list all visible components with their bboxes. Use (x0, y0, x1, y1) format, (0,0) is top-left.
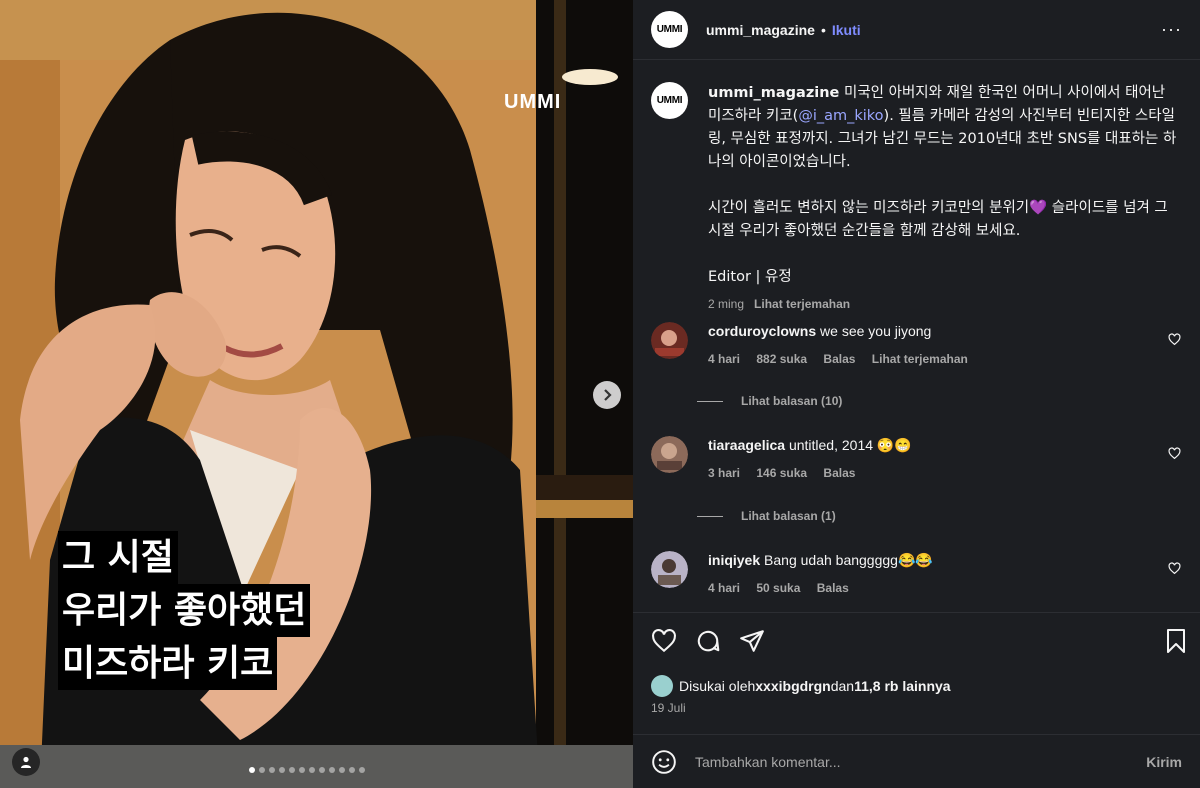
comment-time: 4 hari (708, 352, 741, 366)
comment-likes[interactable]: 882 suka (756, 352, 807, 366)
caption-editor: Editor | 유정 (708, 269, 792, 285)
overlay-line-1: 그 시절 (58, 531, 178, 584)
comment-reply-button[interactable]: Balas (823, 466, 855, 480)
comment-text: untitled, 2014 😳😁 (788, 437, 912, 453)
view-replies-link[interactable]: Lihat balasan (1) (697, 509, 836, 523)
comment-input[interactable] (695, 753, 1147, 770)
carousel-dot (359, 767, 365, 773)
like-heart-icon[interactable] (651, 628, 677, 654)
post-media[interactable]: UMMI 그 시절 우리가 좋아했던 미즈하라 키코 (0, 0, 633, 788)
carousel-dots (249, 767, 365, 773)
comment-time: 3 hari (708, 466, 741, 480)
comment-likes[interactable]: 146 suka (756, 466, 807, 480)
carousel-dot (299, 767, 305, 773)
post-date: 19 Juli (651, 701, 686, 715)
heart-icon[interactable] (1168, 562, 1181, 575)
send-comment-button[interactable]: Kirim (1146, 754, 1182, 770)
comment-item: iniqiyek Bang udah banggggg😂😂 4 hari 50 … (651, 551, 1181, 595)
author-avatar[interactable]: UMMI (651, 11, 688, 48)
comment-text: we see you jiyong (820, 323, 932, 339)
post-header: UMMI ummi_magazine • Ikuti ··· (633, 0, 1200, 60)
heart-icon[interactable] (1168, 447, 1181, 460)
likes-prefix: Disukai oleh (679, 678, 756, 694)
comment-composer: Kirim (633, 734, 1200, 788)
likes-middle: dan (830, 678, 855, 694)
carousel-dot (349, 767, 355, 773)
carousel-dot (259, 767, 265, 773)
carousel-dot (329, 767, 335, 773)
chevron-right-icon (604, 389, 612, 401)
tagged-users-button[interactable] (12, 748, 40, 776)
caption-translate-link[interactable]: Lihat terjemahan (754, 297, 850, 311)
caption-meta: 2 ming Lihat terjemahan (708, 297, 1181, 311)
caption-username[interactable]: ummi_magazine (708, 85, 839, 101)
overlay-line-2: 우리가 좋아했던 (58, 584, 311, 637)
carousel-dot (269, 767, 275, 773)
header-separator: • (820, 21, 826, 38)
likes-summary: Disukai oleh xxxibgdrgn dan 11,8 rb lain… (651, 675, 951, 697)
comment-time: 4 hari (708, 581, 741, 595)
author-username[interactable]: ummi_magazine (706, 22, 815, 38)
caption-paragraph-2: 시간이 흘러도 변하지 않는 미즈하라 키코만의 분위기💜 슬라이드를 넘겨 그… (708, 200, 1168, 239)
post-caption: UMMI ummi_magazine 미국인 아버지와 재일 한국인 어머니 사… (651, 82, 1181, 311)
liker-avatar[interactable] (651, 675, 673, 697)
comment-username[interactable]: corduroyclowns (708, 323, 816, 339)
user-icon (21, 756, 31, 768)
liker-username[interactable]: xxxibgdrgn (755, 678, 830, 694)
carousel-dot (309, 767, 315, 773)
view-replies-link[interactable]: Lihat balasan (10) (697, 394, 842, 408)
caption-author-avatar[interactable]: UMMI (651, 82, 688, 119)
next-slide-button[interactable] (593, 381, 621, 409)
comment-likes[interactable]: 50 suka (756, 581, 800, 595)
likes-others-link[interactable]: 11,8 rb lainnya (854, 678, 951, 694)
comment-reply-button[interactable]: Balas (823, 352, 855, 366)
overlay-line-3: 미즈하라 키코 (58, 637, 278, 690)
carousel-dot (279, 767, 285, 773)
emoji-icon[interactable] (651, 749, 677, 775)
commenter-avatar[interactable] (651, 436, 688, 473)
comment-translate-link[interactable]: Lihat terjemahan (872, 352, 968, 366)
caption-paragraph-1: ummi_magazine 미국인 아버지와 재일 한국인 어머니 사이에서 태… (708, 82, 1181, 174)
post-actions-section: Disukai oleh xxxibgdrgn dan 11,8 rb lain… (633, 612, 1200, 734)
action-bar (651, 628, 765, 654)
bookmark-icon[interactable] (1164, 628, 1188, 654)
follow-button[interactable]: Ikuti (832, 22, 861, 38)
image-text-overlay: 그 시절 우리가 좋아했던 미즈하라 키코 (58, 531, 311, 690)
comment-text: Bang udah banggggg😂😂 (764, 552, 933, 568)
mention-link[interactable]: @i_am_kiko (798, 108, 883, 124)
more-options-button[interactable]: ··· (1161, 19, 1182, 40)
caption-time: 2 ming (708, 297, 745, 311)
heart-icon[interactable] (1168, 333, 1181, 346)
caption-text-block: ummi_magazine 미국인 아버지와 재일 한국인 어머니 사이에서 태… (708, 82, 1181, 311)
carousel-dot (289, 767, 295, 773)
watermark-logo: UMMI (504, 91, 562, 113)
commenter-avatar[interactable] (651, 322, 688, 359)
carousel-dot (319, 767, 325, 773)
carousel-dot (249, 767, 255, 773)
share-send-icon[interactable] (739, 628, 765, 654)
comment-reply-button[interactable]: Balas (817, 581, 849, 595)
carousel-dot (339, 767, 345, 773)
comment-username[interactable]: tiaraagelica (708, 437, 785, 453)
comment-username[interactable]: iniqiyek (708, 552, 760, 568)
comment-item: corduroyclowns we see you jiyong 4 hari … (651, 322, 1181, 366)
post-details-panel: UMMI ummi_magazine • Ikuti ··· UMMI ummi… (633, 0, 1200, 788)
commenter-avatar[interactable] (651, 551, 688, 588)
comment-item: tiaraagelica untitled, 2014 😳😁 3 hari 14… (651, 436, 1181, 480)
comment-bubble-icon[interactable] (695, 628, 721, 654)
